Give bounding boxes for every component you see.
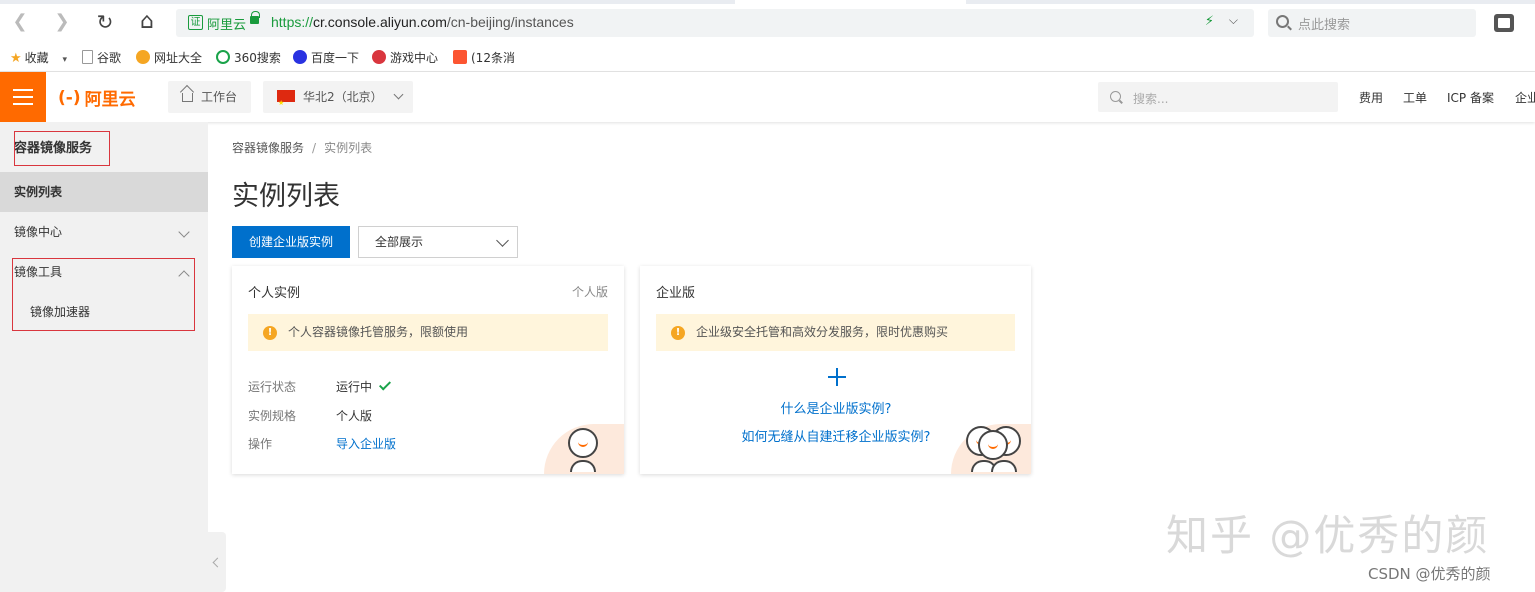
notice-banner: ! 个人容器镜像托管服务，限额使用 [248,314,608,351]
forward-icon[interactable]: ❯ [50,10,74,34]
breadcrumb-item[interactable]: 容器镜像服务 [232,141,304,155]
site-icon [136,50,150,64]
region-selector[interactable]: 华北2（北京） [263,81,413,119]
tab-strip [966,0,1535,4]
highlight-box [12,258,195,331]
status-label: 运行状态 [248,380,297,394]
chevron-down-icon[interactable]: ▾ [63,55,68,65]
create-enterprise-instance-button[interactable]: 创建企业版实例 [232,226,350,258]
bookmark-360[interactable]: 360搜索 [216,49,281,67]
sidebar: 容器镜像服务 实例列表 镜像中心 镜像工具 镜像加速器 [0,122,208,592]
csdn-watermark: CSDN @优秀的颜 [1368,565,1491,583]
chevron-down-icon[interactable]: ⌵ [1229,13,1238,28]
tab-strip [0,0,735,4]
spec-value: 个人版 [336,409,373,423]
star-icon: ★ [10,51,22,66]
logo-mark: (-) [58,87,81,108]
bookmark-favorites[interactable]: ★ 收藏 ▾ [10,49,67,67]
card-title: 企业版 [656,286,696,301]
breadcrumb-current: 实例列表 [324,141,373,155]
console-topbar: (-)阿里云 工作台 华北2（北京） 搜索... 费用 工单 ICP 备案 企业 [0,72,1535,122]
console-search-input[interactable]: 搜索... [1098,82,1338,112]
sidebar-item-image-center[interactable]: 镜像中心 [0,212,208,252]
home-icon[interactable]: ⌂ [135,10,159,34]
chevron-down-icon [496,234,509,247]
browser-toolbar: ❮ ❯ ↻ ⌂ 证 阿里云 https://cr.console.aliyun.… [0,0,1535,44]
baidu-icon [293,50,307,64]
action-label: 操作 [248,437,273,451]
search-icon [1276,15,1289,28]
certificate-icon[interactable]: 证 [188,15,203,30]
bookmark-site-nav[interactable]: 网址大全 [136,49,202,67]
import-enterprise-link[interactable]: 导入企业版 [336,435,396,452]
filter-select[interactable]: 全部展示 [358,226,518,258]
zhihu-watermark: 知乎 @优秀的颜 [1166,511,1490,560]
breadcrumb: 容器镜像服务 / 实例列表 [232,141,373,155]
aliyun-logo[interactable]: (-) 阿里云 [58,85,136,111]
link-icp[interactable]: ICP 备案 [1447,89,1494,106]
card-tag: 个人版 [571,285,608,299]
personal-instance-card: 个人实例 个人版 ! 个人容器镜像托管服务，限额使用 运行状态 运行中 实例规格 … [232,266,624,474]
url-text[interactable]: https://cr.console.aliyun.com/cn-beijing… [271,14,574,30]
bookmark-csdn[interactable]: (12条消 [453,49,515,67]
menu-icon[interactable] [0,72,46,122]
bookmark-baidu[interactable]: 百度一下 [293,49,359,67]
lightning-icon[interactable]: ⚡ [1205,14,1214,29]
collapse-sidebar-handle[interactable] [208,532,226,592]
chevron-down-icon [393,89,404,100]
workbench-button[interactable]: 工作台 [168,81,251,113]
spec-label: 实例规格 [248,409,297,423]
warning-icon: ! [263,326,277,340]
logo-text: 阿里云 [84,90,136,110]
search-icon [1110,91,1121,102]
chevron-down-icon [178,226,190,238]
game-icon [372,50,386,64]
link-enterprise[interactable]: 企业 [1515,89,1535,106]
page-icon [82,50,93,64]
china-flag-icon [277,87,295,119]
page-title: 实例列表 [232,181,340,212]
back-icon[interactable]: ❮ [8,10,32,34]
plus-icon[interactable] [828,368,846,386]
sidebar-item-instances[interactable]: 实例列表 [0,172,208,212]
csdn-icon [453,50,467,64]
site-name: 阿里云 [207,18,247,33]
reader-mode-icon[interactable] [1494,14,1514,32]
home-icon [182,93,193,102]
search-placeholder: 搜索... [1133,92,1169,106]
browser-search-input[interactable]: 点此搜索 [1268,9,1476,37]
check-icon [379,378,392,391]
status-value: 运行中 [336,378,392,395]
lock-icon [250,11,260,24]
card-title: 个人实例 [248,286,301,301]
notice-banner: ! 企业级安全托管和高效分发服务，限时优惠购买 [656,314,1015,351]
bookmark-game[interactable]: 游戏中心 [372,49,438,67]
highlight-box [14,131,110,166]
team-illustration [951,406,1031,474]
reload-icon[interactable]: ↻ [93,10,117,34]
warning-icon: ! [671,326,685,340]
search-placeholder: 点此搜索 [1298,18,1351,33]
person-illustration [544,406,624,474]
bookmarks-bar: ★ 收藏 ▾ 谷歌 网址大全 360搜索 百度一下 游戏中心 (12条消 [0,44,1535,72]
enterprise-card: 企业版 ! 企业级安全托管和高效分发服务，限时优惠购买 什么是企业版实例? 如何无… [640,266,1031,474]
link-tickets[interactable]: 工单 [1403,89,1427,106]
link-billing[interactable]: 费用 [1359,89,1383,106]
bookmark-google[interactable]: 谷歌 [82,49,121,67]
address-bar[interactable]: 证 阿里云 https://cr.console.aliyun.com/cn-b… [176,9,1254,37]
360-icon [216,50,230,64]
